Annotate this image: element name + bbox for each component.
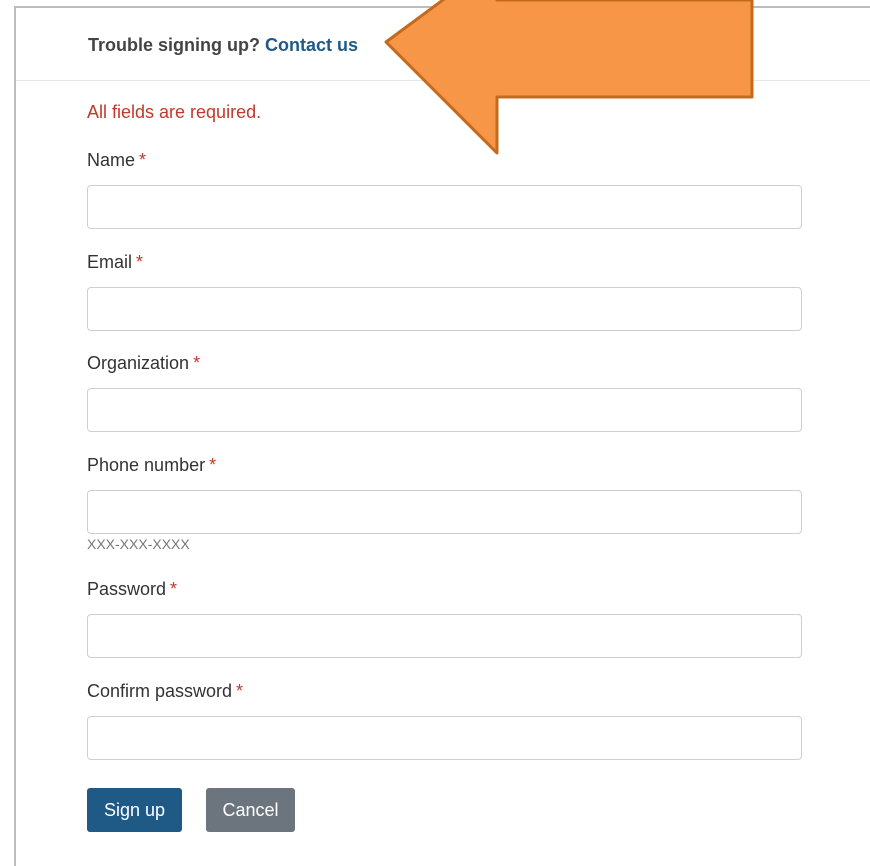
sign-up-button[interactable]: Sign up [87,788,182,832]
phone-format-hint: XXX-XXX-XXXX [87,536,190,552]
required-asterisk: * [139,150,147,170]
required-asterisk: * [236,681,244,701]
organization-label-text: Organization [87,353,190,373]
phone-number-input[interactable] [87,490,802,534]
confirm-password-input[interactable] [87,716,802,760]
email-label: Email * [87,252,143,273]
header-divider [16,80,870,81]
confirm-password-label: Confirm password * [87,681,243,702]
required-asterisk: * [193,353,201,373]
password-label: Password * [87,579,177,600]
required-fields-note: All fields are required. [87,102,262,122]
trouble-signing-up-text: Trouble signing up? Contact us [88,35,358,56]
required-asterisk: * [170,579,178,599]
name-label-text: Name [87,150,136,170]
phone-number-label: Phone number * [87,455,216,476]
name-label: Name * [87,150,146,171]
cancel-button[interactable]: Cancel [206,788,295,832]
required-asterisk: * [136,252,144,272]
confirm-password-label-text: Confirm password [87,681,233,701]
password-label-text: Password [87,579,167,599]
organization-label: Organization * [87,353,200,374]
required-asterisk: * [209,455,217,475]
organization-input[interactable] [87,388,802,432]
phone-number-label-text: Phone number [87,455,206,475]
password-input[interactable] [87,614,802,658]
trouble-label: Trouble signing up? [88,35,260,55]
email-label-text: Email [87,252,133,272]
name-input[interactable] [87,185,802,229]
email-input[interactable] [87,287,802,331]
contact-us-link[interactable]: Contact us [265,35,358,55]
